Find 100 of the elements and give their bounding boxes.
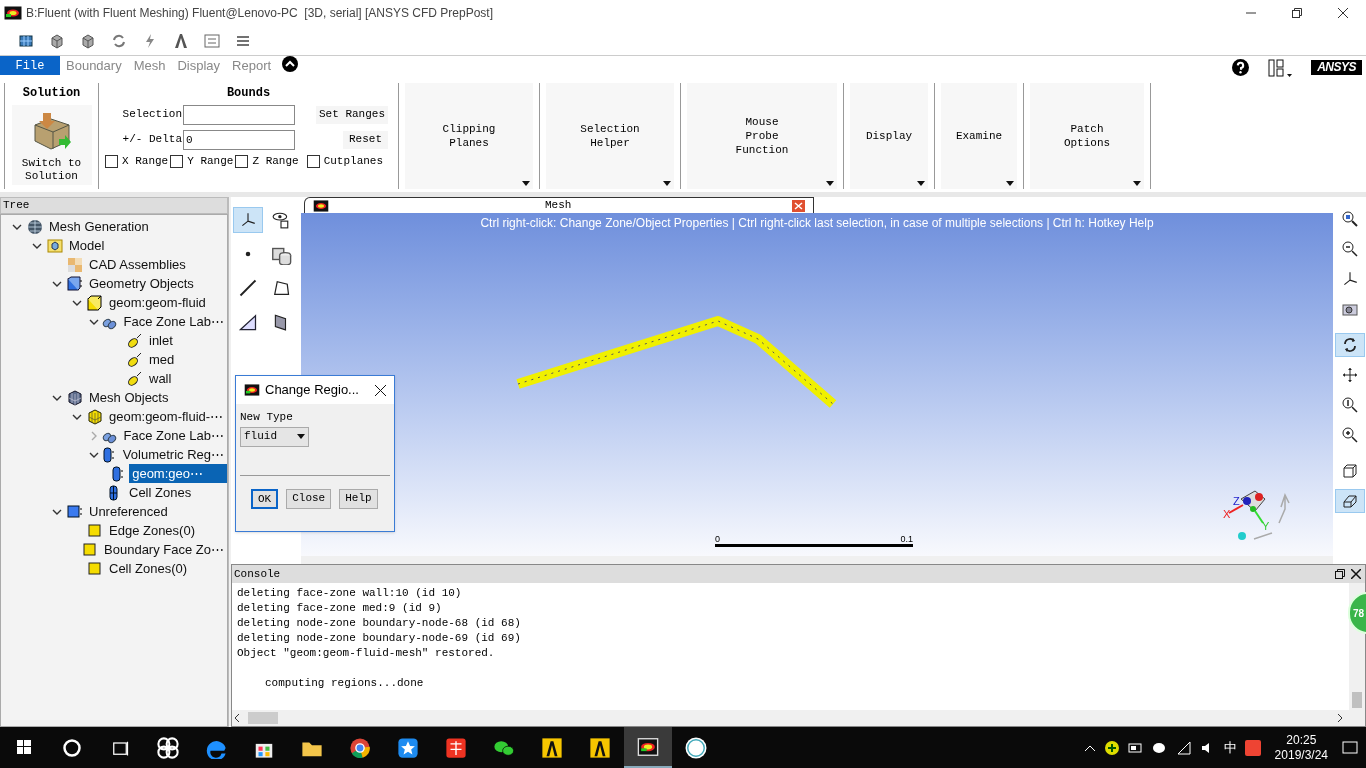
reset-button[interactable]: Reset xyxy=(343,130,388,149)
switch-to-solution-button[interactable]: Switch to Solution xyxy=(11,105,92,185)
collapse-icon[interactable] xyxy=(282,56,299,72)
ribbon-dropdown-button[interactable]: Mouse Probe Function xyxy=(687,83,837,189)
tree-item[interactable]: Face Zone Lab⋯ xyxy=(120,312,227,331)
menu-tab[interactable]: Mesh xyxy=(128,56,171,75)
set-ranges-button[interactable]: Set Ranges xyxy=(316,105,388,124)
tree-item[interactable]: geom:geom-fluid xyxy=(106,293,209,312)
taskbar-app-button[interactable] xyxy=(624,727,672,768)
view-tool-button[interactable] xyxy=(1334,333,1365,357)
panel-title: Tree xyxy=(3,198,30,214)
caret-icon xyxy=(522,181,530,186)
tree-item[interactable]: Geometry Objects xyxy=(86,274,197,293)
tree-item[interactable]: CAD Assemblies xyxy=(86,255,189,274)
restore-icon xyxy=(1292,8,1302,18)
battery-icon[interactable] xyxy=(1127,741,1144,754)
camera-icon xyxy=(1341,301,1358,317)
checkbox[interactable] xyxy=(306,154,320,168)
tag-icon xyxy=(127,370,143,387)
app-icon xyxy=(244,384,260,396)
close-icon[interactable] xyxy=(375,384,386,396)
graphics-tab[interactable]: Mesh xyxy=(304,197,814,213)
checkbox[interactable] xyxy=(105,154,118,168)
tree-item[interactable]: Mesh Objects xyxy=(86,388,172,407)
network-icon[interactable] xyxy=(1175,740,1192,755)
search-icon xyxy=(62,737,82,758)
ribbon-dropdown-button[interactable]: Selection Helper xyxy=(546,83,674,189)
tree-item[interactable]: geom:geom-fluid-⋯ xyxy=(106,407,227,426)
tree-item[interactable]: inlet xyxy=(146,331,176,350)
plus-icon[interactable] xyxy=(1103,739,1120,756)
zoom-fit-icon xyxy=(1341,211,1358,227)
menu-tab[interactable]: File xyxy=(0,56,60,75)
tree-item[interactable]: med xyxy=(146,350,178,369)
menu-tab[interactable]: Display xyxy=(172,56,226,75)
menu-tab[interactable]: Boundary xyxy=(61,56,127,75)
pan-icon xyxy=(1341,367,1358,383)
hint-text: Ctrl right-click: Change Zone/Object Properties | Ctrl right-click last selection, in case of multiple selections | Ctrl h: Hotkey Help xyxy=(480,215,1154,232)
view-tool-button[interactable] xyxy=(1334,489,1365,513)
app-icon xyxy=(313,199,329,212)
field-label: Selection xyxy=(121,107,183,123)
chevron-up-icon[interactable] xyxy=(1083,743,1096,752)
checkbox[interactable] xyxy=(235,154,249,168)
caret-icon xyxy=(1133,181,1141,186)
ribbon-dropdown-button[interactable]: Display xyxy=(850,83,928,189)
delta-field[interactable]: 0 xyxy=(183,129,295,150)
ribbon-dropdown-button[interactable]: Patch Options xyxy=(1030,83,1144,189)
tree-item[interactable]: geom:geo⋯ xyxy=(129,464,227,483)
tree-item[interactable]: Unreferenced xyxy=(86,502,171,521)
tree-item[interactable]: Edge Zones(0) xyxy=(106,521,198,540)
scrollbar-thumb[interactable] xyxy=(248,712,278,724)
window-title: B:Fluent (with Fluent Meshing) Fluent@Lenovo-PC [3D, serial] [ANSYS CFD PrepPost] xyxy=(26,5,494,22)
clock-time[interactable]: 20:25 xyxy=(1286,732,1317,748)
help-icon[interactable] xyxy=(1232,59,1250,76)
rotate-icon xyxy=(1341,337,1358,353)
console-line: deleting face-zone wall:10 (id 10) xyxy=(237,586,462,601)
cube-icon xyxy=(49,32,65,49)
selection-field[interactable] xyxy=(183,104,295,125)
tree-item[interactable]: Volumetric Reg⋯ xyxy=(119,445,227,464)
dictionary-icon xyxy=(445,736,467,759)
dialog-button[interactable]: Help xyxy=(339,488,378,509)
ime-indicator[interactable]: 中 xyxy=(1223,737,1237,758)
swap-icon xyxy=(204,32,220,49)
app-icon xyxy=(684,735,708,760)
caret-icon xyxy=(663,181,671,186)
tree-item[interactable]: Model xyxy=(66,236,108,255)
notification-icon[interactable] xyxy=(1342,739,1358,756)
menu-tab[interactable]: Report xyxy=(227,56,277,75)
tree-item[interactable]: Boundary Face Zo⋯ xyxy=(101,540,227,559)
chat-icon[interactable] xyxy=(1151,740,1168,755)
globe-icon xyxy=(27,218,43,235)
ribbon-dropdown-button[interactable]: Clipping Planes xyxy=(405,83,533,189)
tree-item[interactable]: Face Zone Lab⋯ xyxy=(120,426,227,445)
clock-date[interactable]: 2019/3/24 xyxy=(1274,747,1328,763)
tree-item[interactable]: Cell Zones(0) xyxy=(106,559,191,578)
square-icon xyxy=(82,541,99,558)
box-icon xyxy=(1341,493,1358,509)
tree-item[interactable]: Mesh Generation xyxy=(46,217,152,236)
tag-icon xyxy=(127,351,143,368)
tree-item[interactable]: Cell Zones xyxy=(126,483,195,502)
cube-icon xyxy=(67,275,83,292)
type-dropdown[interactable]: fluid xyxy=(240,426,309,447)
close-icon[interactable] xyxy=(1351,569,1361,579)
tree-item[interactable]: wall xyxy=(146,369,175,388)
scrollbar-thumb[interactable] xyxy=(1352,692,1362,708)
scroll-right-icon[interactable] xyxy=(1335,713,1345,723)
line-icon xyxy=(238,278,258,298)
layout-icon[interactable] xyxy=(1267,57,1294,78)
dialog-button[interactable]: Close xyxy=(286,488,332,509)
app-tray-icon[interactable] xyxy=(1244,739,1261,756)
scroll-left-icon[interactable] xyxy=(232,713,242,723)
field-label: New Type xyxy=(240,410,294,425)
axis-triad-drawing: X Y Z xyxy=(1219,481,1299,545)
restore-icon[interactable] xyxy=(1335,569,1345,579)
app-icon xyxy=(636,735,660,758)
group-title: Bounds xyxy=(226,85,271,102)
ribbon-dropdown-button[interactable]: Examine xyxy=(941,83,1017,189)
cad-icon xyxy=(67,256,83,273)
zoom-icon xyxy=(1341,397,1358,413)
dialog-button[interactable]: OK xyxy=(251,488,279,509)
checkbox[interactable] xyxy=(170,154,184,168)
